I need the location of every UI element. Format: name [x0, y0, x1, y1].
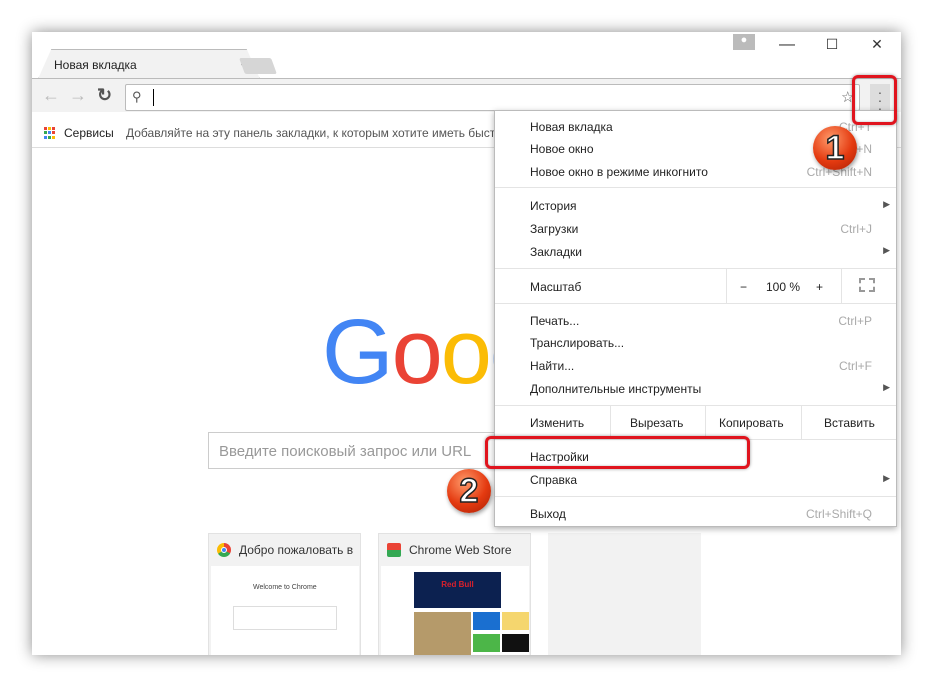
- logo-letter: o: [440, 301, 492, 403]
- menu-item-downloads[interactable]: Загрузки Ctrl+J: [495, 218, 896, 240]
- label: Найти...: [530, 359, 575, 373]
- label: Дополнительные инструменты: [530, 382, 702, 396]
- paste-button[interactable]: Вставить: [824, 416, 875, 430]
- thumbnail-preview: Red Bull: [381, 566, 529, 655]
- label: Закладки: [530, 245, 582, 259]
- shortcut: Ctrl+Shift+Q: [805, 507, 872, 521]
- step-badge-2: 2: [447, 469, 491, 513]
- forward-icon[interactable]: →: [69, 85, 87, 106]
- profile-icon[interactable]: ●: [733, 34, 755, 50]
- zoom-value: 100 %: [766, 280, 801, 294]
- label: Новое окно в режиме инкогнито: [530, 165, 708, 179]
- reload-icon[interactable]: ↻: [97, 85, 112, 106]
- search-icon: ⚲: [132, 89, 142, 104]
- thumbnail-empty: [548, 533, 701, 655]
- copy-button[interactable]: Копировать: [719, 416, 784, 430]
- toolbar: ← → ↻ ⚲ ☆ · · ·: [32, 78, 901, 115]
- divider: [495, 496, 896, 497]
- divider: [495, 268, 896, 269]
- shortcut: Ctrl+F: [839, 359, 872, 373]
- tab-title: Новая вкладка: [54, 58, 137, 72]
- chrome-icon: [217, 543, 231, 557]
- search-input[interactable]: Введите поисковый запрос или URL: [208, 432, 508, 469]
- menu-item-help[interactable]: Справка ▶: [495, 469, 896, 491]
- cut-button[interactable]: Вырезать: [630, 416, 683, 430]
- zoom-out-button[interactable]: −: [740, 280, 747, 294]
- tab-strip: Новая вкладка × ● — ☐ ✕: [32, 32, 901, 79]
- thumbnail-web-store[interactable]: Chrome Web Store Red Bull: [378, 533, 531, 655]
- thumbnail-preview: Welcome to Chrome: [211, 566, 359, 655]
- address-bar[interactable]: ⚲ ☆: [125, 84, 860, 111]
- label: Загрузки: [530, 222, 579, 236]
- thumbnail-title: Добро пожаловать в Chrome: [239, 543, 357, 557]
- label: Новое окно: [530, 142, 594, 156]
- thumbnail-title: Chrome Web Store: [409, 543, 512, 557]
- minimize-button[interactable]: —: [772, 36, 802, 54]
- thumbnail-welcome[interactable]: Добро пожаловать в Chrome Welcome to Chr…: [208, 533, 361, 655]
- menu-zoom-row: Масштаб − 100 % +: [495, 276, 896, 298]
- menu-item-exit[interactable]: Выход Ctrl+Shift+Q: [495, 503, 896, 525]
- highlight-menu-button: [852, 75, 897, 125]
- highlight-settings: [485, 436, 750, 469]
- label: История: [530, 199, 577, 213]
- preview-text: Welcome to Chrome: [253, 584, 317, 591]
- back-icon[interactable]: ←: [42, 85, 60, 106]
- logo-letter: o: [391, 301, 443, 403]
- divider: [495, 303, 896, 304]
- bookmarks-hint: Добавляйте на эту панель закладки, к кот…: [126, 126, 502, 140]
- close-window-button[interactable]: ✕: [862, 36, 892, 53]
- menu-item-print[interactable]: Печать... Ctrl+P: [495, 310, 896, 332]
- label: Новая вкладка: [530, 120, 613, 134]
- label: Транслировать...: [530, 336, 625, 350]
- shortcut: Ctrl+P: [838, 314, 872, 328]
- maximize-button[interactable]: ☐: [817, 36, 847, 53]
- apps-icon: [44, 127, 56, 139]
- apps-link[interactable]: Сервисы: [64, 126, 114, 140]
- menu-item-cast[interactable]: Транслировать...: [495, 332, 896, 354]
- submenu-arrow-icon: ▶: [883, 473, 890, 483]
- web-store-icon: [387, 543, 401, 557]
- shortcut: Ctrl+J: [840, 222, 872, 236]
- label: Справка: [530, 473, 578, 487]
- fullscreen-icon[interactable]: [859, 278, 875, 292]
- submenu-arrow-icon: ▶: [883, 245, 890, 255]
- menu-item-history[interactable]: История ▶: [495, 195, 896, 217]
- label: Изменить: [530, 416, 585, 430]
- divider: [495, 405, 896, 406]
- zoom-in-button[interactable]: +: [816, 280, 823, 294]
- text-cursor: [153, 89, 154, 106]
- menu-item-more-tools[interactable]: Дополнительные инструменты ▶: [495, 378, 896, 400]
- submenu-arrow-icon: ▶: [883, 199, 890, 209]
- menu-item-bookmarks[interactable]: Закладки ▶: [495, 241, 896, 263]
- label: Печать...: [530, 314, 580, 328]
- preview-banner: Red Bull: [414, 572, 501, 608]
- menu-edit-row: Изменить Вырезать Копировать Вставить: [495, 412, 896, 434]
- label: Масштаб: [530, 280, 582, 294]
- divider: [495, 187, 896, 188]
- submenu-arrow-icon: ▶: [883, 382, 890, 392]
- step-badge-1: 1: [813, 126, 857, 170]
- new-tab-button[interactable]: [239, 58, 277, 74]
- menu-item-find[interactable]: Найти... Ctrl+F: [495, 355, 896, 377]
- logo-letter: G: [322, 301, 394, 403]
- label: Выход: [530, 507, 566, 521]
